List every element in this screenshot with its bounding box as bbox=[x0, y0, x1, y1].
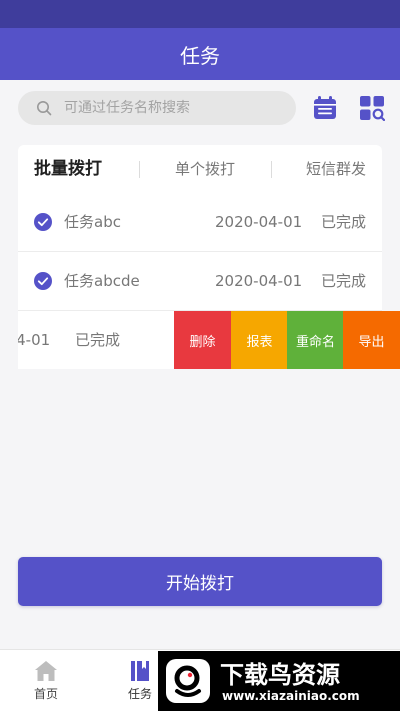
check-circle-icon[interactable] bbox=[34, 272, 52, 290]
app-header: 任务 bbox=[0, 28, 400, 80]
task-date: 2020-04-01 bbox=[18, 331, 51, 349]
page-title: 任务 bbox=[180, 43, 220, 68]
watermark-overlay: 下载鸟资源 www.xiazainiao.com bbox=[158, 651, 400, 711]
nav-label-home: 首页 bbox=[33, 687, 58, 701]
task-status: 已完成 bbox=[75, 331, 121, 349]
report-button[interactable]: 报表 bbox=[231, 311, 288, 369]
search-row bbox=[0, 80, 400, 136]
rename-button[interactable]: 重命名 bbox=[287, 311, 344, 369]
bird-logo-icon bbox=[174, 665, 201, 697]
swiped-task-content[interactable]: 2020-04-01 已完成 bbox=[18, 311, 174, 369]
task-date: 2020-04-01 bbox=[215, 272, 303, 290]
watermark-url: www.xiazainiao.com bbox=[222, 689, 360, 703]
task-book-icon bbox=[131, 661, 149, 681]
export-button[interactable]: 导出 bbox=[343, 311, 400, 369]
tab-divider bbox=[271, 161, 272, 178]
start-call-button[interactable]: 开始拨打 bbox=[18, 557, 382, 606]
nav-item-home[interactable]: 首页 bbox=[16, 650, 76, 712]
tab-divider bbox=[139, 161, 140, 178]
task-status: 已完成 bbox=[321, 272, 367, 290]
task-name: 任务abc bbox=[64, 213, 121, 231]
task-row[interactable]: 任务abcde 2020-04-01 已完成 bbox=[18, 252, 382, 311]
search-box[interactable] bbox=[18, 91, 296, 125]
tab-sms-broadcast[interactable]: 短信群发 bbox=[306, 145, 366, 193]
delete-button[interactable]: 删除 bbox=[174, 311, 231, 369]
task-row[interactable]: 任务abc 2020-04-01 已完成 bbox=[18, 193, 382, 252]
calendar-icon[interactable] bbox=[312, 95, 338, 121]
search-input[interactable] bbox=[62, 99, 276, 117]
task-status: 已完成 bbox=[321, 213, 367, 231]
tab-bar: 批量拨打 单个拨打 短信群发 bbox=[18, 145, 382, 194]
swiped-task-row[interactable]: 2020-04-01 已完成 删除 报表 重命名 导出 bbox=[0, 311, 400, 369]
watermark-title: 下载鸟资源 bbox=[220, 661, 340, 689]
tab-single-call[interactable]: 单个拨打 bbox=[175, 145, 235, 193]
status-bar bbox=[0, 0, 400, 28]
tab-batch-call[interactable]: 批量拨打 bbox=[34, 145, 102, 193]
search-icon bbox=[37, 101, 52, 116]
grid-search-icon[interactable] bbox=[359, 95, 385, 121]
home-icon bbox=[35, 661, 57, 681]
task-date: 2020-04-01 bbox=[215, 213, 303, 231]
check-circle-icon[interactable] bbox=[34, 213, 52, 231]
task-name: 任务abcde bbox=[64, 272, 140, 290]
watermark-logo bbox=[166, 659, 210, 703]
